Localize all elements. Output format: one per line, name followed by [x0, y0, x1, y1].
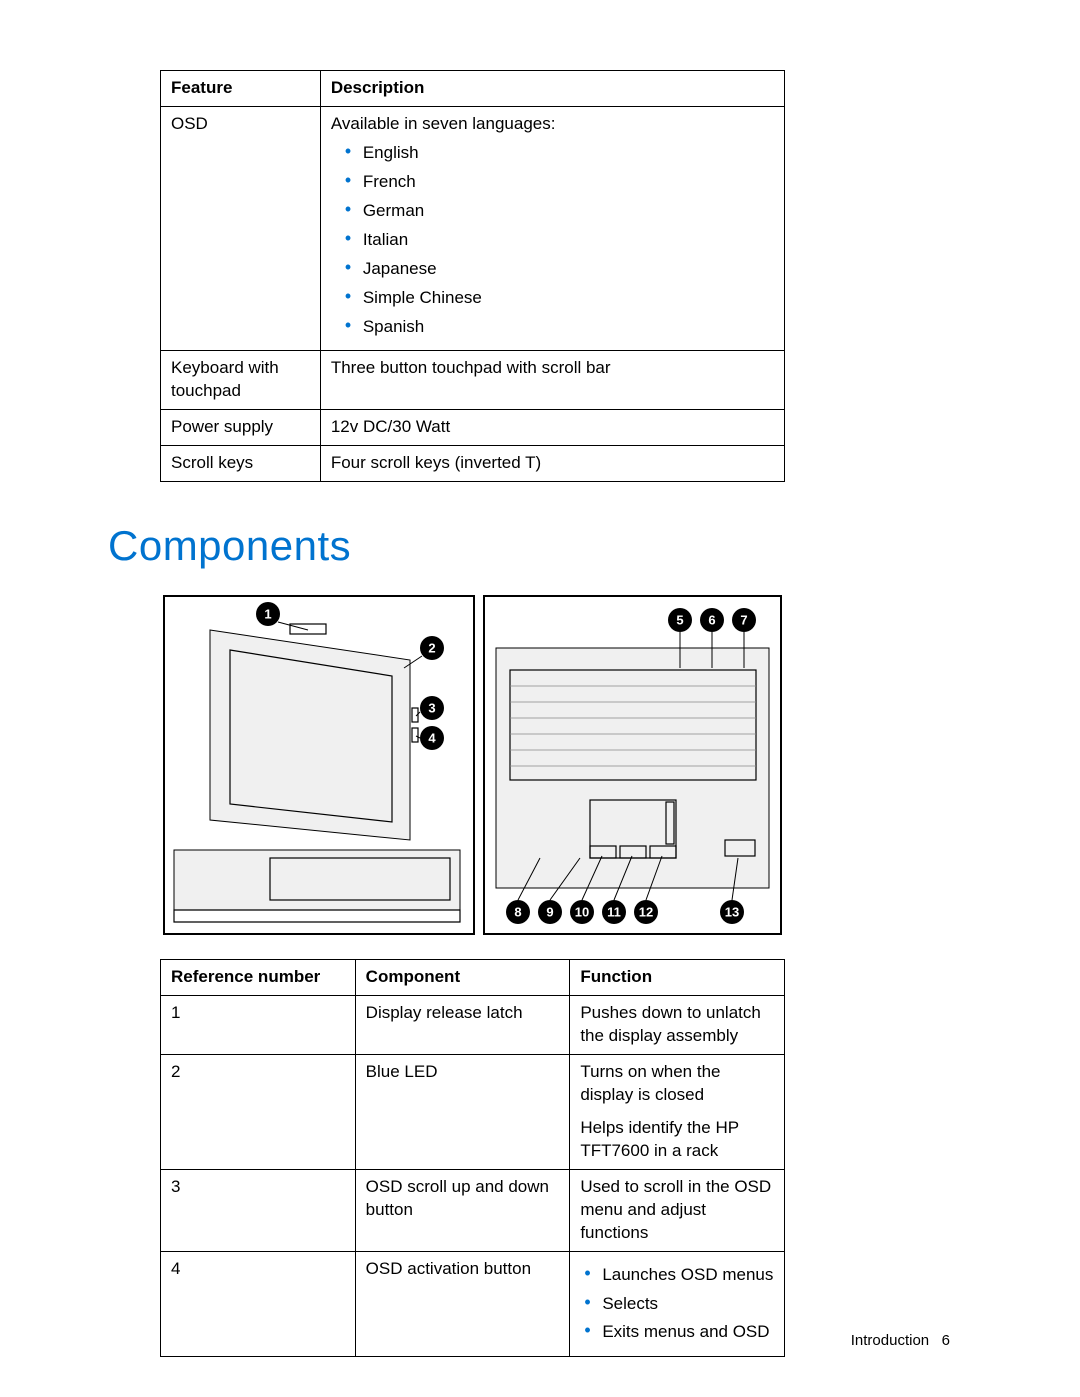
table-row: 4 OSD activation button Launches OSD men… [161, 1251, 785, 1357]
feature-cell: Power supply [161, 410, 321, 446]
description-cell: Three button touchpad with scroll bar [320, 351, 784, 410]
table-row: 3 OSD scroll up and down button Used to … [161, 1169, 785, 1251]
component-header: Component [355, 960, 570, 996]
list-item: Japanese [345, 258, 774, 281]
ref-cell: 1 [161, 996, 356, 1055]
function-text-b: Helps identify the HP TFT7600 in a rack [580, 1117, 774, 1163]
feature-cell: Scroll keys [161, 446, 321, 482]
list-item: French [345, 171, 774, 194]
ref-cell: 4 [161, 1251, 356, 1357]
component-cell: OSD scroll up and down button [355, 1169, 570, 1251]
function-cell: Turns on when the display is closed Help… [570, 1055, 785, 1170]
component-cell: OSD activation button [355, 1251, 570, 1357]
callout-11: 11 [607, 905, 621, 920]
osd-intro: Available in seven languages: [331, 114, 556, 133]
description-header: Description [320, 71, 784, 107]
features-table: Feature Description OSD Available in sev… [160, 70, 785, 482]
list-item: Spanish [345, 316, 774, 339]
callout-4: 4 [428, 731, 436, 746]
feature-cell: OSD [161, 106, 321, 351]
language-list: English French German Italian Japanese S… [331, 142, 774, 339]
callout-10: 10 [575, 905, 589, 920]
description-cell: Available in seven languages: English Fr… [320, 106, 784, 351]
components-table: Reference number Component Function 1 Di… [160, 959, 785, 1357]
list-item: Launches OSD menus [584, 1264, 774, 1287]
component-cell: Blue LED [355, 1055, 570, 1170]
feature-header: Feature [161, 71, 321, 107]
table-row: Keyboard with touchpad Three button touc… [161, 351, 785, 410]
callout-7: 7 [740, 613, 747, 628]
footer-section: Introduction [851, 1332, 929, 1349]
function-cell: Pushes down to unlatch the display assem… [570, 996, 785, 1055]
description-cell: 12v DC/30 Watt [320, 410, 784, 446]
description-cell: Four scroll keys (inverted T) [320, 446, 784, 482]
callout-6: 6 [708, 613, 715, 628]
list-item: Exits menus and OSD [584, 1321, 774, 1344]
table-row: 2 Blue LED Turns on when the display is … [161, 1055, 785, 1170]
footer-page: 6 [942, 1332, 950, 1349]
list-item: English [345, 142, 774, 165]
function-cell: Launches OSD menus Selects Exits menus a… [570, 1251, 785, 1357]
table-row: Scroll keys Four scroll keys (inverted T… [161, 446, 785, 482]
feature-cell: Keyboard with touchpad [161, 351, 321, 410]
callout-5: 5 [676, 613, 683, 628]
list-item: Simple Chinese [345, 287, 774, 310]
callout-2: 2 [428, 641, 435, 656]
callout-12: 12 [639, 905, 653, 920]
callout-8: 8 [514, 905, 521, 920]
list-item: German [345, 200, 774, 223]
section-heading: Components [108, 522, 960, 570]
table-row: OSD Available in seven languages: Englis… [161, 106, 785, 351]
ref-cell: 3 [161, 1169, 356, 1251]
function-cell: Used to scroll in the OSD menu and adjus… [570, 1169, 785, 1251]
callout-9: 9 [546, 905, 553, 920]
list-item: Selects [584, 1293, 774, 1316]
table-row: 1 Display release latch Pushes down to u… [161, 996, 785, 1055]
callout-13: 13 [725, 905, 739, 920]
function-text-a: Turns on when the display is closed [580, 1061, 774, 1107]
ref-header: Reference number [161, 960, 356, 996]
function-header: Function [570, 960, 785, 996]
list-item: Italian [345, 229, 774, 252]
components-diagram: 1 2 3 4 5 [160, 590, 785, 945]
component-cell: Display release latch [355, 996, 570, 1055]
callout-3: 3 [428, 701, 435, 716]
ref-cell: 2 [161, 1055, 356, 1170]
page-footer: Introduction 6 [851, 1332, 950, 1349]
table-row: Power supply 12v DC/30 Watt [161, 410, 785, 446]
callout-1: 1 [264, 607, 271, 622]
